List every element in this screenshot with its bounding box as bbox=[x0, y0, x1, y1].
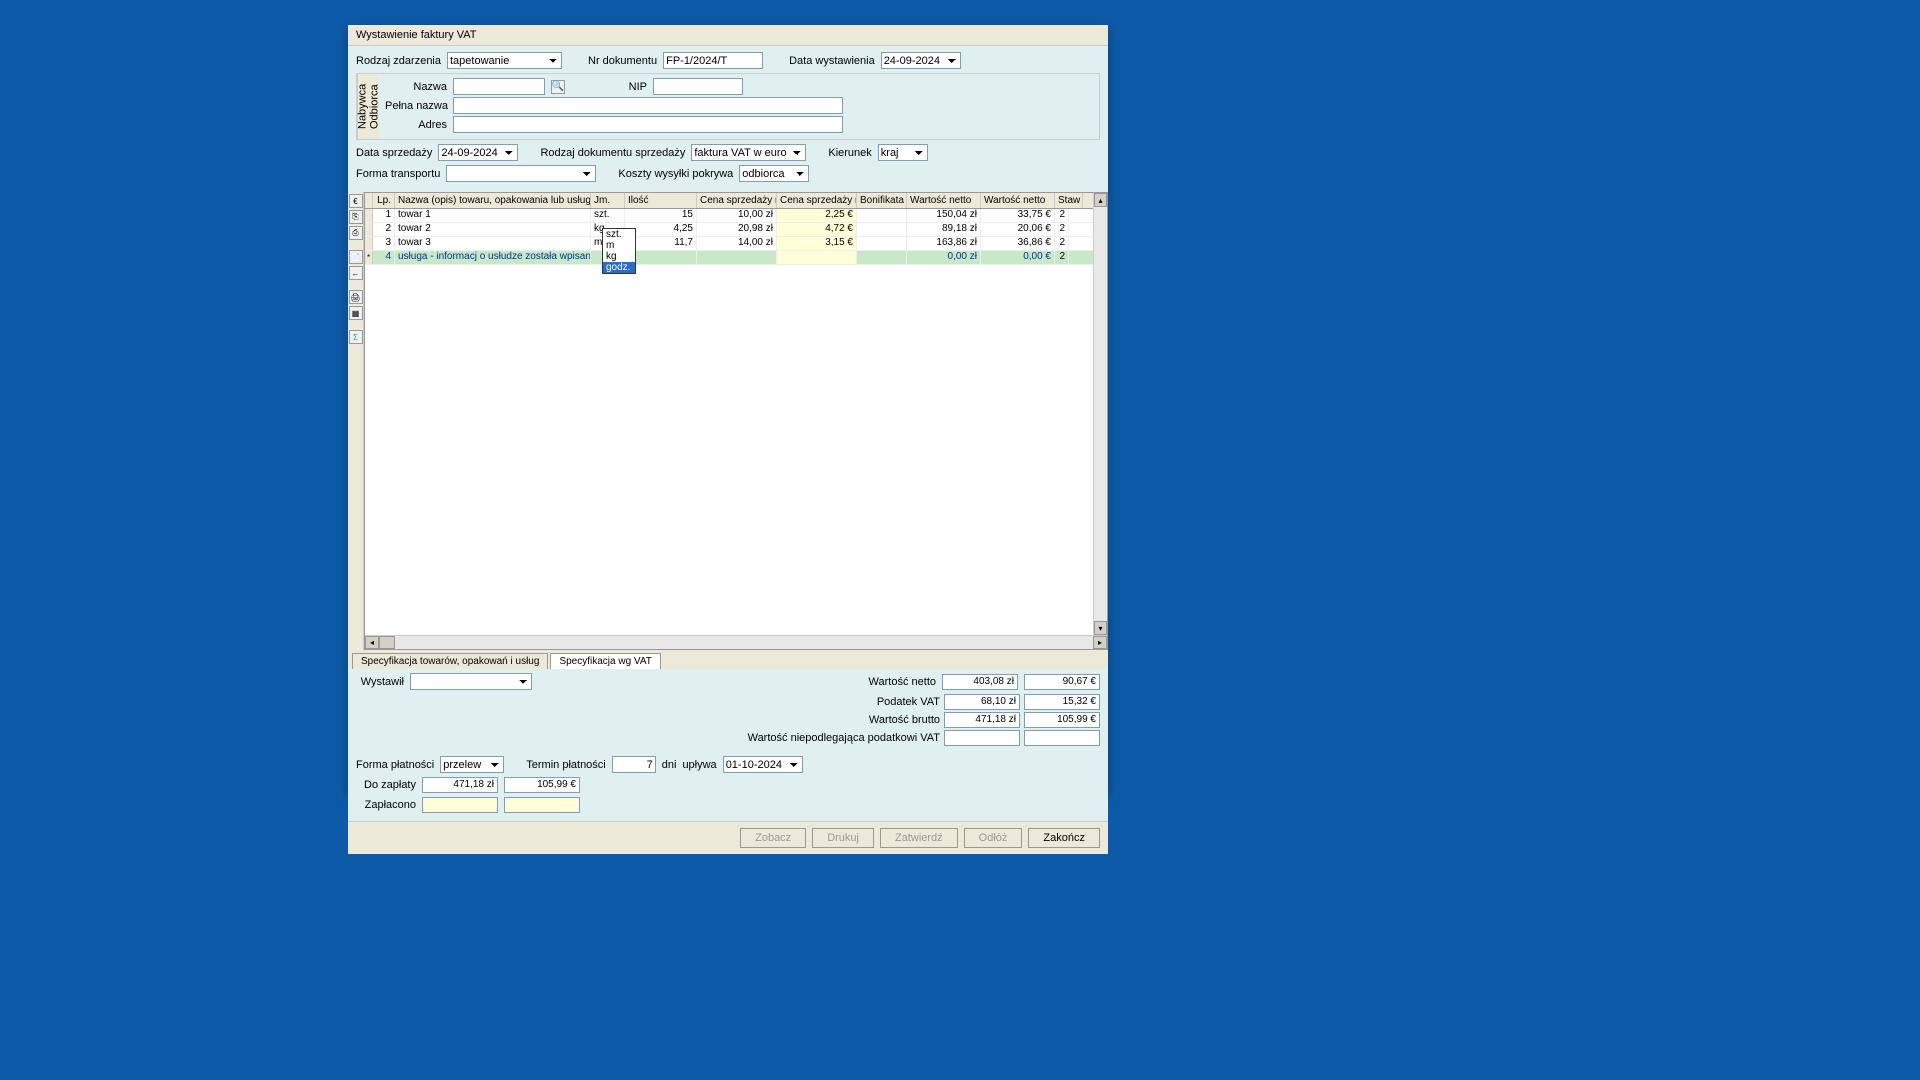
buyer-panel: Nabywca Odbiorca Nazwa 🔍 NIP Pełna nazwa bbox=[356, 73, 1100, 140]
wartosc-brutto-eur: 105,99 € bbox=[1024, 712, 1100, 728]
items-grid[interactable]: Lp. Nazwa (opis) towaru, opakowania lub … bbox=[364, 192, 1108, 650]
wartosc-brutto-label: Wartość brutto bbox=[740, 714, 940, 726]
left-toolbar: € ⎘ ⎙ 📄 ← 🖨 ▦ Σ bbox=[348, 192, 364, 650]
adres-input[interactable] bbox=[453, 116, 843, 133]
zaplacono-zl[interactable] bbox=[422, 797, 498, 813]
print-icon[interactable]: 🖨 bbox=[349, 290, 363, 304]
zatwierdz-button[interactable]: Zatwierdź bbox=[880, 828, 958, 848]
uplywa-select[interactable]: 01-10-2024 bbox=[723, 756, 803, 773]
jm-option-m[interactable]: m bbox=[603, 240, 635, 251]
uplywa-label: upływa bbox=[682, 759, 716, 771]
spec-tabs: Specyfikacja towarów, opakowań i usług S… bbox=[348, 650, 1108, 669]
paste-icon[interactable]: ⎙ bbox=[349, 226, 363, 240]
adres-label: Adres bbox=[385, 119, 447, 131]
niepodlega-eur bbox=[1024, 730, 1100, 746]
scroll-right-icon[interactable]: ▸ bbox=[1093, 636, 1107, 649]
data-sprzedazy-label: Data sprzedaży bbox=[356, 147, 432, 159]
forma-platnosci-label: Forma płatności bbox=[356, 759, 434, 771]
wartosc-netto-eur: 90,67 € bbox=[1024, 674, 1100, 690]
button-bar: Zobacz Drukuj Zatwierdź Odłóż Zakończ bbox=[348, 821, 1108, 854]
rodzaj-zdarzenia-label: Rodzaj zdarzenia bbox=[356, 55, 441, 67]
buyer-tabs[interactable]: Nabywca Odbiorca bbox=[357, 74, 379, 139]
tab-spec-items[interactable]: Specyfikacja towarów, opakowań i usług bbox=[352, 653, 548, 669]
currency-icon[interactable]: € bbox=[349, 194, 363, 208]
search-icon[interactable]: 🔍 bbox=[551, 80, 565, 94]
table-row[interactable]: 3towar 3m11,714,00 zł3,15 €163,86 zł36,8… bbox=[365, 237, 1107, 251]
niepodlega-zl bbox=[944, 730, 1020, 746]
horizontal-scrollbar[interactable]: ◂ ▸ bbox=[365, 635, 1107, 649]
back-icon[interactable]: ← bbox=[349, 266, 363, 280]
wartosc-brutto-zl: 471,18 zł bbox=[944, 712, 1020, 728]
jm-option-kg[interactable]: kg bbox=[603, 251, 635, 262]
wystawil-label: Wystawił bbox=[356, 676, 404, 688]
zaplacono-eur[interactable] bbox=[504, 797, 580, 813]
scroll-thumb[interactable] bbox=[379, 636, 395, 649]
drukuj-button[interactable]: Drukuj bbox=[812, 828, 874, 848]
tab-spec-vat[interactable]: Specyfikacja wg VAT bbox=[550, 653, 660, 669]
table-row[interactable]: 2towar 2kg4,2520,98 zł4,72 €89,18 zł20,0… bbox=[365, 223, 1107, 237]
koszty-select[interactable]: odbiorca bbox=[739, 165, 809, 182]
forma-transportu-select[interactable] bbox=[446, 165, 596, 182]
invoice-window: Wystawienie faktury VAT Rodzaj zdarzenia… bbox=[348, 25, 1108, 795]
copy-icon[interactable]: ⎘ bbox=[349, 210, 363, 224]
jm-dropdown[interactable]: szt. m kg godz. bbox=[602, 228, 636, 274]
dni-label: dni bbox=[662, 759, 677, 771]
do-zaplaty-eur: 105,99 € bbox=[504, 777, 580, 793]
nazwa-label: Nazwa bbox=[385, 81, 447, 93]
nr-dokumentu-input[interactable] bbox=[663, 52, 763, 69]
podatek-vat-eur: 15,32 € bbox=[1024, 694, 1100, 710]
nr-dokumentu-label: Nr dokumentu bbox=[588, 55, 657, 67]
rodzaj-zdarzenia-select[interactable]: tapetowanie bbox=[447, 52, 562, 69]
data-sprzedazy-select[interactable]: 24-09-2024 bbox=[438, 144, 518, 161]
grid-header: Lp. Nazwa (opis) towaru, opakowania lub … bbox=[365, 193, 1107, 209]
wystawil-select[interactable] bbox=[410, 673, 532, 690]
jm-option-godz[interactable]: godz. bbox=[603, 262, 635, 273]
zobacz-button[interactable]: Zobacz bbox=[740, 828, 806, 848]
zakoncz-button[interactable]: Zakończ bbox=[1028, 828, 1100, 848]
podatek-vat-label: Podatek VAT bbox=[740, 696, 940, 708]
pelna-nazwa-label: Pełna nazwa bbox=[385, 100, 447, 112]
termin-dni-input[interactable] bbox=[612, 756, 656, 773]
pelna-nazwa-input[interactable] bbox=[453, 97, 843, 114]
scroll-left-icon[interactable]: ◂ bbox=[365, 636, 379, 649]
rodzaj-dok-label: Rodzaj dokumentu sprzedaży bbox=[540, 147, 685, 159]
wartosc-netto-zl: 403,08 zł bbox=[942, 674, 1018, 690]
podatek-vat-zl: 68,10 zł bbox=[944, 694, 1020, 710]
kierunek-select[interactable]: kraj bbox=[878, 144, 928, 161]
nip-label: NIP bbox=[585, 81, 647, 93]
data-wystawienia-label: Data wystawienia bbox=[789, 55, 875, 67]
vertical-scrollbar[interactable]: ▴ ▾ bbox=[1093, 193, 1107, 635]
odloz-button[interactable]: Odłóż bbox=[964, 828, 1023, 848]
grid-icon[interactable]: ▦ bbox=[349, 306, 363, 320]
do-zaplaty-label: Do zapłaty bbox=[356, 779, 416, 791]
zaplacono-label: Zapłacono bbox=[356, 799, 416, 811]
scroll-up-icon[interactable]: ▴ bbox=[1094, 193, 1107, 207]
data-wystawienia-select[interactable]: 24-09-2024 bbox=[881, 52, 961, 69]
rodzaj-dok-select[interactable]: faktura VAT w euro bbox=[691, 144, 806, 161]
nazwa-input[interactable] bbox=[453, 78, 545, 95]
sum-icon[interactable]: Σ bbox=[349, 330, 363, 344]
table-row[interactable]: *4usługa - informacj o usłudze została w… bbox=[365, 251, 1107, 265]
jm-option-szt[interactable]: szt. bbox=[603, 229, 635, 240]
window-title: Wystawienie faktury VAT bbox=[348, 25, 1108, 46]
do-zaplaty-zl: 471,18 zł bbox=[422, 777, 498, 793]
header-form: Rodzaj zdarzenia tapetowanie Nr dokument… bbox=[348, 46, 1108, 192]
doc-icon[interactable]: 📄 bbox=[349, 250, 363, 264]
scroll-down-icon[interactable]: ▾ bbox=[1094, 621, 1107, 635]
kierunek-label: Kierunek bbox=[828, 147, 871, 159]
niepodlega-label: Wartość niepodlegająca podatkowi VAT bbox=[740, 732, 940, 744]
table-row[interactable]: 1towar 1szt.1510,00 zł2,25 €150,04 zł33,… bbox=[365, 209, 1107, 223]
forma-transportu-label: Forma transportu bbox=[356, 168, 440, 180]
wartosc-netto-label: Wartość netto bbox=[869, 676, 936, 688]
termin-platnosci-label: Termin płatności bbox=[526, 759, 605, 771]
koszty-label: Koszty wysyłki pokrywa bbox=[618, 168, 733, 180]
forma-platnosci-select[interactable]: przelew bbox=[440, 756, 504, 773]
nip-input[interactable] bbox=[653, 78, 743, 95]
